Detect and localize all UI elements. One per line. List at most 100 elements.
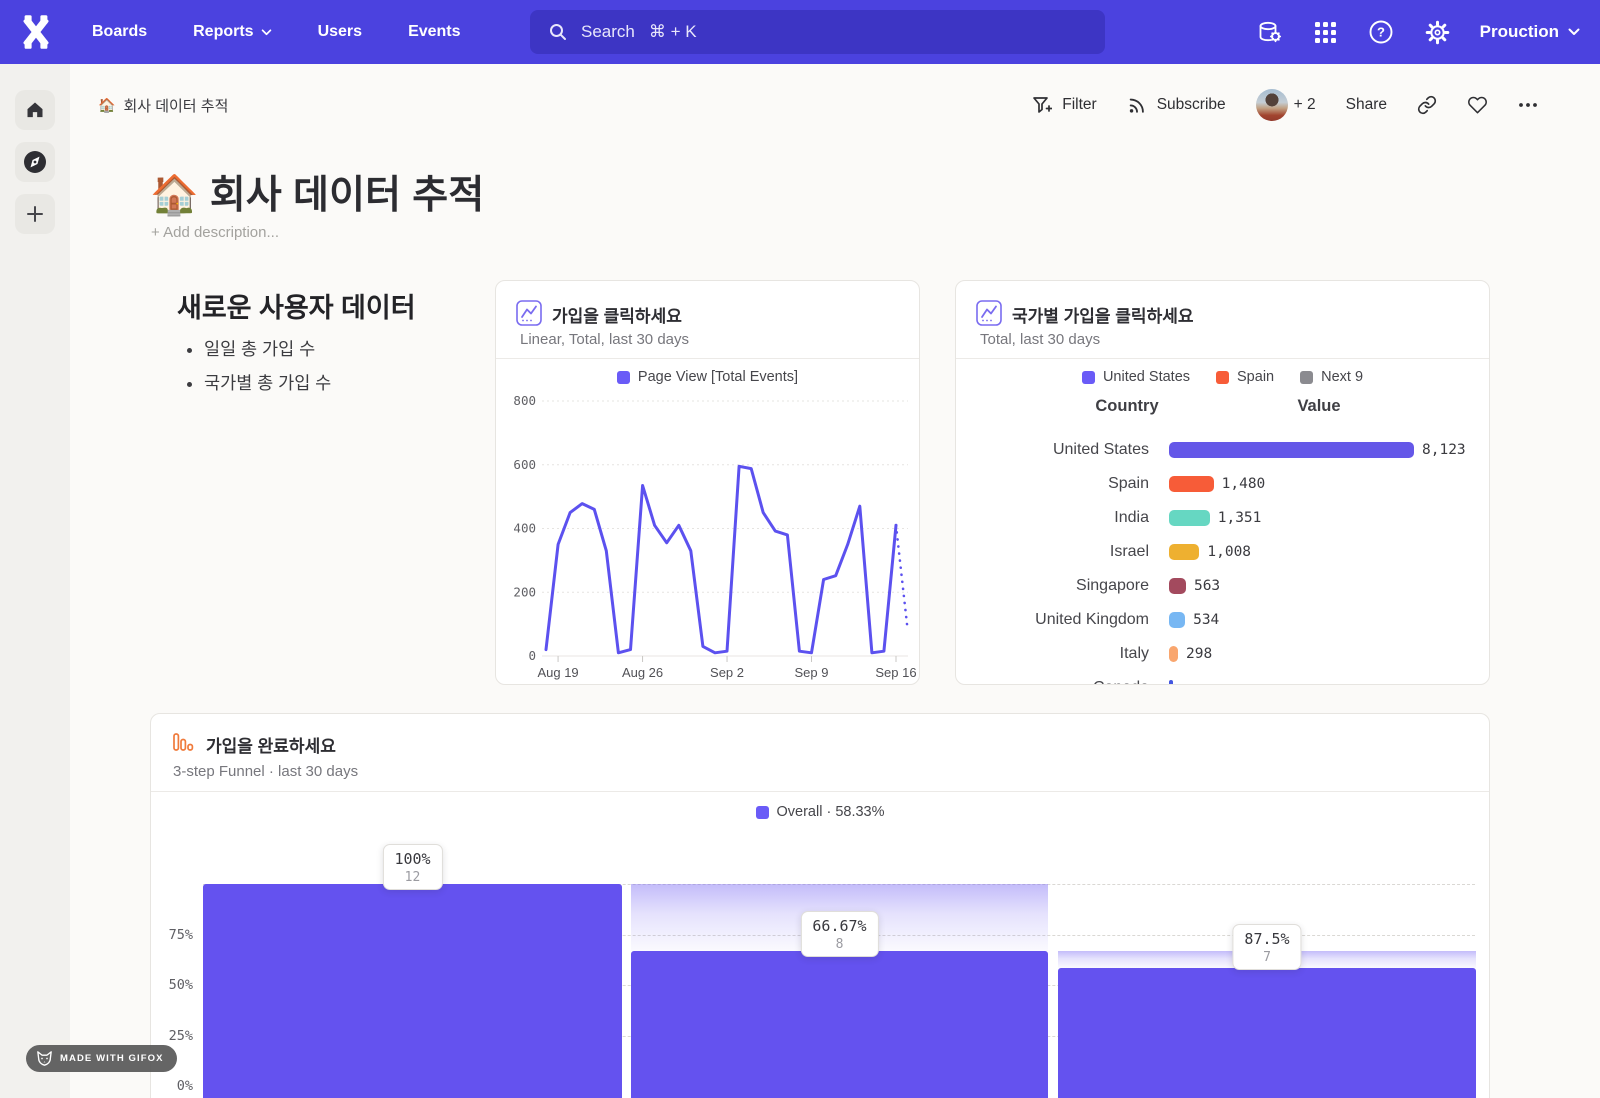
svg-text:400: 400 <box>513 521 536 536</box>
country-row[interactable]: Singapore563 <box>956 569 1476 603</box>
country-row[interactable]: United Kingdom534 <box>956 603 1476 637</box>
divider <box>151 791 1489 792</box>
funnel-title: 가입을 완료하세요 <box>206 732 336 757</box>
fox-icon <box>36 1051 53 1066</box>
funnel-ytick-label: 0% <box>153 1078 193 1094</box>
funnel-chart-card[interactable]: 가입을 완료하세요 3-step Funnel · last 30 days O… <box>150 713 1490 1098</box>
country-label: United States <box>956 441 1149 459</box>
project-name: Prouction <box>1480 22 1559 42</box>
filter-button[interactable]: Filter <box>1032 96 1096 115</box>
funnel-step-bar[interactable] <box>203 884 622 1098</box>
divider <box>956 358 1489 359</box>
svg-text:800: 800 <box>513 393 536 408</box>
country-bar[interactable] <box>1169 646 1178 662</box>
legend-label: Spain <box>1237 369 1274 385</box>
settings-gear-icon[interactable] <box>1424 19 1451 46</box>
search-shortcut: ⌘ + K <box>649 22 697 42</box>
funnel-legend: Overall · 58.33% <box>151 804 1489 820</box>
funnel-count: 8 <box>812 937 866 952</box>
add-description-button[interactable]: + Add description... <box>151 224 279 241</box>
country-bar[interactable] <box>1169 578 1186 594</box>
share-button[interactable]: Share <box>1346 96 1387 114</box>
project-switcher[interactable]: Prouction <box>1480 22 1580 42</box>
funnel-step-tooltip: 100%12 <box>382 844 442 890</box>
notes-bullet: 일일 총 가입 수 <box>204 336 331 361</box>
funnel-step-bar[interactable] <box>631 951 1048 1098</box>
create-new-button[interactable] <box>15 194 55 234</box>
svg-text:Sep 9: Sep 9 <box>795 665 829 680</box>
ellipsis-icon <box>1518 102 1538 108</box>
legend-swatch <box>756 806 769 819</box>
country-bar[interactable] <box>1169 612 1185 628</box>
country-bar[interactable] <box>1169 544 1199 560</box>
country-bar[interactable] <box>1169 680 1173 685</box>
svg-text:200: 200 <box>513 584 536 599</box>
copy-link-button[interactable] <box>1417 95 1437 115</box>
chevron-down-icon <box>261 29 272 36</box>
nav-item-boards[interactable]: Boards <box>92 23 147 41</box>
country-bar[interactable] <box>1169 510 1210 526</box>
country-row[interactable]: Spain1,480 <box>956 467 1476 501</box>
search-input[interactable]: Search ⌘ + K <box>530 10 1105 54</box>
country-bar[interactable] <box>1169 442 1414 458</box>
country-value: 534 <box>1193 612 1219 628</box>
nav-item-label: Users <box>318 23 362 41</box>
more-options-button[interactable] <box>1518 102 1538 108</box>
mixpanel-logo[interactable] <box>17 13 55 51</box>
gifox-label: MADE WITH GIFOX <box>60 1053 164 1064</box>
funnel-count: 7 <box>1244 950 1289 965</box>
funnel-step-tooltip: 87.5% 7 <box>1232 924 1301 970</box>
legend-label: United States <box>1103 369 1190 385</box>
collaborators[interactable]: + 2 <box>1256 89 1316 121</box>
rss-icon <box>1127 95 1147 115</box>
legend-label: Overall · 58.33% <box>777 804 885 820</box>
nav-item-events[interactable]: Events <box>408 23 460 41</box>
breadcrumb-emoji: 🏠 <box>98 97 115 114</box>
funnel-step-bar[interactable] <box>1058 968 1476 1098</box>
subscribe-button[interactable]: Subscribe <box>1127 95 1226 115</box>
country-row[interactable]: Italy 298 <box>956 637 1476 671</box>
country-row[interactable]: India 1,351 <box>956 501 1476 535</box>
svg-text:Sep 16: Sep 16 <box>875 665 916 680</box>
funnel-count: 12 <box>394 870 430 885</box>
page-title-emoji: 🏠 <box>150 174 199 217</box>
apps-grid-icon[interactable] <box>1312 19 1339 46</box>
filter-icon <box>1032 96 1052 115</box>
data-management-icon[interactable] <box>1256 19 1283 46</box>
legend-item[interactable]: United States <box>1082 369 1190 385</box>
line-chart-card[interactable]: 가입을 클릭하세요 Linear, Total, last 30 days Pa… <box>495 280 920 685</box>
country-label: Spain <box>956 475 1149 493</box>
home-button[interactable] <box>15 90 55 130</box>
country-bar[interactable] <box>1169 476 1214 492</box>
legend-item[interactable]: Overall · 58.33% <box>756 804 885 820</box>
line-chart-plot[interactable]: 8006004002000Aug 19Aug 26Sep 2Sep 9Sep 1… <box>496 281 919 684</box>
country-row[interactable]: Canada <box>956 671 1476 685</box>
legend-swatch <box>1300 371 1313 384</box>
legend-item[interactable]: Spain <box>1216 369 1274 385</box>
svg-text:Aug 26: Aug 26 <box>622 665 663 680</box>
legend-label: Next 9 <box>1321 369 1363 385</box>
gifox-badge[interactable]: MADE WITH GIFOX <box>26 1045 177 1072</box>
legend-swatch <box>1082 371 1095 384</box>
country-label: Italy <box>956 645 1149 663</box>
country-row[interactable]: United States8,123 <box>956 433 1476 467</box>
svg-text:0: 0 <box>528 648 536 663</box>
search-icon <box>548 22 568 42</box>
country-value: 298 <box>1186 646 1212 662</box>
favorite-button[interactable] <box>1467 95 1488 115</box>
country-row[interactable]: Israel1,008 <box>956 535 1476 569</box>
heart-icon <box>1467 95 1488 115</box>
country-value: 1,351 <box>1218 510 1262 526</box>
breadcrumb[interactable]: 🏠 회사 데이터 추적 <box>98 95 228 116</box>
country-bar-card[interactable]: 국가별 가입을 클릭하세요 Total, last 30 days United… <box>955 280 1490 685</box>
column-header-country: Country <box>1095 397 1158 416</box>
nav-item-reports[interactable]: Reports <box>193 23 271 41</box>
help-icon[interactable]: ? <box>1368 19 1395 46</box>
legend-item[interactable]: Next 9 <box>1300 369 1363 385</box>
country-label: India <box>956 509 1149 527</box>
discover-button[interactable] <box>15 142 55 182</box>
plus-icon <box>26 205 44 223</box>
funnel-conversion-pct: 87.5% <box>1244 930 1289 948</box>
nav-item-users[interactable]: Users <box>318 23 362 41</box>
country-value: 563 <box>1194 578 1220 594</box>
